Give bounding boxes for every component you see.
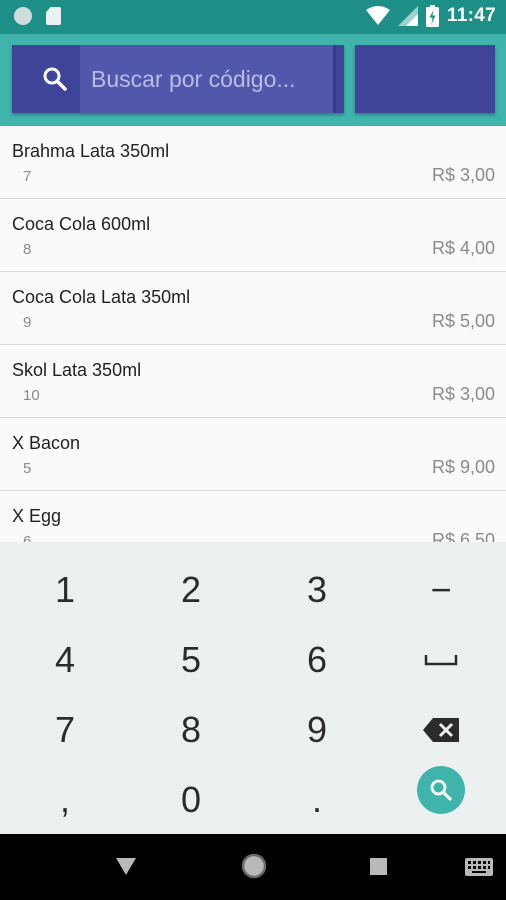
signal-icon bbox=[397, 6, 418, 26]
sd-card-icon bbox=[46, 7, 61, 25]
list-item[interactable]: Coca Cola Lata 350ml 9 R$ 5,00 bbox=[0, 272, 506, 345]
product-price: R$ 9,00 bbox=[431, 457, 495, 477]
key-2[interactable]: 2 bbox=[128, 555, 254, 625]
search-box[interactable]: Buscar por código... bbox=[12, 45, 344, 113]
product-price: R$ 4,00 bbox=[431, 238, 495, 258]
key-6[interactable]: 6 bbox=[254, 625, 380, 695]
list-item[interactable]: Coca Cola 600ml 8 R$ 4,00 bbox=[0, 199, 506, 272]
key-1[interactable]: 1 bbox=[2, 555, 128, 625]
clock: 11:47 bbox=[446, 5, 496, 26]
product-name: Coca Cola 600ml bbox=[12, 214, 151, 234]
numeric-keyboard: 1 2 3 − 4 5 6 7 8 9 , 0 . bbox=[0, 542, 506, 834]
status-bar: 11:47 bbox=[0, 0, 506, 34]
product-price: R$ 3,00 bbox=[431, 165, 495, 185]
toolbar: Buscar por código... bbox=[0, 34, 506, 126]
key-3[interactable]: 3 bbox=[254, 555, 380, 625]
product-code: 8 bbox=[23, 241, 32, 258]
backspace-icon bbox=[423, 718, 459, 742]
keyboard-switch-icon[interactable] bbox=[465, 858, 493, 876]
toolbar-action-button[interactable] bbox=[355, 45, 495, 113]
key-5[interactable]: 5 bbox=[128, 625, 254, 695]
key-minus[interactable]: − bbox=[378, 555, 504, 625]
status-left-icons bbox=[14, 7, 61, 25]
navigation-bar bbox=[0, 834, 506, 900]
battery-charging-icon bbox=[425, 5, 439, 27]
key-7[interactable]: 7 bbox=[2, 695, 128, 765]
space-icon bbox=[424, 655, 458, 666]
product-list[interactable]: Brahma Lata 350ml 7 R$ 3,00 Coca Cola 60… bbox=[0, 126, 506, 542]
product-name: Skol Lata 350ml bbox=[12, 360, 142, 380]
product-code: 7 bbox=[23, 168, 32, 185]
key-0[interactable]: 0 bbox=[128, 765, 254, 835]
product-name: Coca Cola Lata 350ml bbox=[12, 287, 191, 307]
product-name: X Bacon bbox=[12, 433, 81, 453]
back-icon[interactable] bbox=[116, 858, 136, 876]
list-item[interactable]: Brahma Lata 350ml 7 R$ 3,00 bbox=[0, 126, 506, 199]
key-search-enter[interactable] bbox=[378, 755, 504, 825]
wifi-icon bbox=[365, 6, 390, 25]
product-code: 5 bbox=[23, 460, 32, 477]
product-name: X Egg bbox=[12, 506, 62, 526]
product-price: R$ 5,00 bbox=[431, 311, 495, 331]
product-name: Brahma Lata 350ml bbox=[12, 141, 170, 161]
list-item[interactable]: Skol Lata 350ml 10 R$ 3,00 bbox=[0, 345, 506, 418]
search-input[interactable]: Buscar por código... bbox=[80, 45, 336, 113]
key-space[interactable] bbox=[378, 625, 504, 695]
product-price: R$ 6,50 bbox=[431, 530, 495, 542]
key-4[interactable]: 4 bbox=[2, 625, 128, 695]
search-enter-icon bbox=[430, 779, 452, 801]
product-code: 6 bbox=[23, 533, 32, 542]
home-icon[interactable] bbox=[240, 852, 268, 880]
status-right-icons: 11:47 bbox=[365, 5, 496, 27]
list-item[interactable]: X Egg 6 R$ 6,50 bbox=[0, 491, 506, 542]
product-price: R$ 3,00 bbox=[431, 384, 495, 404]
app-screen: 11:47 Buscar por código... Brahma Lata 3… bbox=[0, 0, 506, 900]
key-9[interactable]: 9 bbox=[254, 695, 380, 765]
key-8[interactable]: 8 bbox=[128, 695, 254, 765]
search-enter-button[interactable] bbox=[417, 766, 465, 814]
list-item[interactable]: X Bacon 5 R$ 9,00 bbox=[0, 418, 506, 491]
product-code: 9 bbox=[23, 314, 32, 331]
product-code: 10 bbox=[23, 387, 40, 404]
notification-circle-icon bbox=[14, 7, 32, 25]
key-period[interactable]: . bbox=[254, 765, 380, 835]
key-comma[interactable]: , bbox=[2, 765, 128, 835]
recents-icon[interactable] bbox=[370, 858, 387, 875]
search-icon bbox=[43, 67, 67, 91]
